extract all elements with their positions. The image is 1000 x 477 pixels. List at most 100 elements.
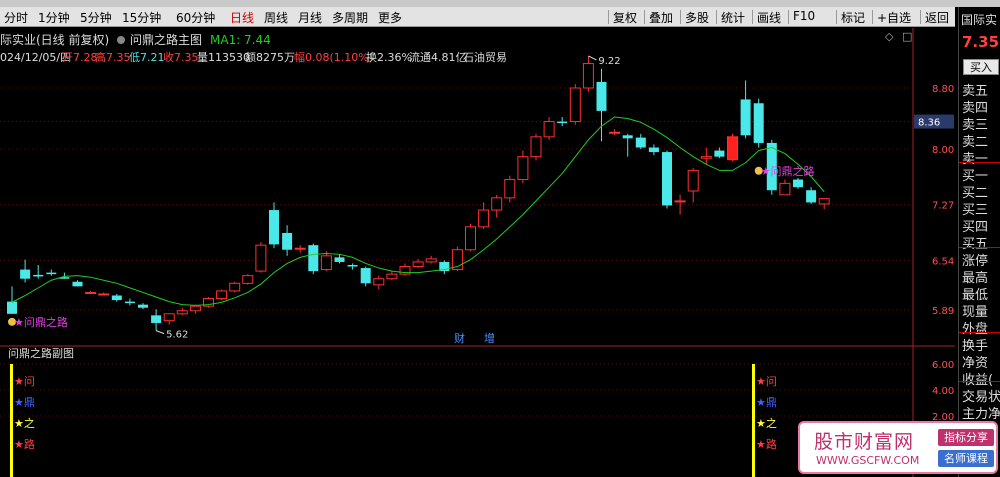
signal-label: ★问鼎之路: [14, 315, 68, 329]
candle: [242, 274, 254, 285]
ma1-line: [11, 116, 825, 306]
candle-body: [465, 226, 476, 251]
period-tab-multi[interactable]: 多周期: [332, 9, 368, 26]
candle-body: [687, 169, 699, 192]
candle: [151, 309, 162, 331]
period-tab-month[interactable]: 月线: [298, 9, 322, 26]
candle-body: [72, 281, 83, 287]
candle-body: [662, 152, 672, 206]
candle: [72, 280, 83, 287]
candle-body: [582, 63, 594, 89]
candle-body: [700, 156, 712, 159]
candle: [740, 80, 751, 139]
candle: [347, 263, 358, 270]
toolbar-btn-tongji[interactable]: 统计: [721, 9, 745, 26]
watermark-site-name: 股市财富网: [814, 431, 915, 453]
bar-change: 幅0.08(1.10%): [294, 51, 373, 64]
period-tab-fenshi[interactable]: 分时: [4, 9, 28, 26]
toolbar-btn-f10[interactable]: F10: [793, 9, 815, 23]
candle-body: [818, 198, 830, 205]
bar-low: 低7.21: [129, 51, 165, 64]
period-tab-5m[interactable]: 5分钟: [80, 9, 112, 26]
indicator-name[interactable]: 问鼎之路主图: [130, 32, 202, 47]
period-tab-60m[interactable]: 60分钟: [176, 9, 215, 26]
bar-close: 收7.35: [163, 50, 199, 64]
candle: [504, 175, 516, 203]
candle-body: [635, 137, 646, 148]
candle-body: [517, 156, 529, 181]
site-watermark: 股市财富网 WWW.GSCFW.COM 指标分享 名师课程: [798, 421, 998, 474]
header-line-1: 际实业(日线 前复权) 问鼎之路主图 MA1: 7.44: [0, 32, 271, 47]
candle-body: [557, 121, 568, 124]
expand-icon[interactable]: □: [902, 30, 912, 43]
candle: [334, 254, 345, 264]
toolbar-separator: [752, 10, 753, 24]
low-marker-line: [155, 330, 165, 335]
candle: [465, 223, 476, 252]
toolbar-btn-fuquan[interactable]: 复权: [613, 9, 637, 26]
candle-body: [216, 290, 228, 300]
candle: [98, 292, 110, 296]
period-tab-15m[interactable]: 15分钟: [122, 9, 161, 26]
candle-body: [151, 315, 162, 323]
toolbar-btn-biaoji[interactable]: 标记: [841, 9, 865, 26]
toolbar-btn-fanhui[interactable]: 返回: [925, 9, 949, 26]
period-tab-1m[interactable]: 1分钟: [38, 9, 70, 26]
candle: [662, 150, 672, 209]
candle-body: [308, 245, 319, 272]
candle: [727, 133, 738, 162]
settings-icon[interactable]: [117, 36, 125, 44]
candle-body: [7, 301, 17, 314]
candle-body: [740, 99, 751, 136]
signal-star: ★问: [756, 375, 777, 388]
buy-button[interactable]: 买入: [963, 59, 999, 75]
candle-body: [714, 150, 725, 157]
period-tab-week[interactable]: 周线: [264, 9, 288, 26]
toolbar-separator: [644, 10, 645, 24]
candle: [648, 144, 659, 156]
candle: [46, 269, 57, 276]
toolbar-separator: [872, 10, 873, 24]
bar-industry: 石油贸易: [463, 50, 507, 64]
signal-star: ★路: [756, 438, 777, 451]
candle: [609, 129, 621, 136]
high-marker-label: 9.22: [598, 56, 620, 67]
toolbar-btn-huaxian[interactable]: 画线: [757, 9, 781, 26]
quote-row-label: 主力净: [962, 407, 1000, 422]
candle-body: [85, 291, 97, 294]
candle: [569, 84, 581, 125]
candle-body: [491, 197, 503, 211]
candle-body: [674, 200, 686, 203]
candle-body: [282, 232, 293, 250]
collapse-icon[interactable]: ◇: [885, 30, 894, 43]
high-marker-line: [588, 55, 597, 61]
candle-body: [530, 136, 542, 158]
candle: [753, 98, 764, 148]
candle: [517, 150, 529, 184]
candle: [360, 266, 371, 287]
candle-body: [138, 304, 148, 308]
toolbar-separator: [836, 10, 837, 24]
candle-body: [176, 310, 188, 315]
watermark-tag-share: 指标分享: [938, 429, 994, 446]
candle-body: [609, 131, 621, 134]
candle-body: [163, 313, 175, 322]
toolbar-btn-diejia[interactable]: 叠加: [649, 9, 673, 26]
toolbar-btn-zixuan[interactable]: +自选: [877, 9, 911, 26]
candle-body: [229, 282, 241, 292]
top-menubar: [0, 0, 1000, 7]
bar-amount: 额8275万: [245, 51, 295, 64]
period-tab-day[interactable]: 日线: [230, 9, 254, 26]
toolbar-btn-duogu[interactable]: 多股: [685, 9, 709, 26]
candle-body: [806, 190, 817, 203]
candle: [85, 290, 97, 294]
signal-star: ★路: [14, 438, 35, 451]
candle-body: [412, 261, 424, 268]
period-tab-more[interactable]: 更多: [378, 9, 402, 26]
header-line-2: 024/12/05/四 开7.28 高7.35 低7.21 收7.35 量113…: [0, 50, 507, 64]
quote-stock-name: 国际实: [961, 13, 998, 27]
quote-divider: [959, 247, 1000, 248]
candle: [373, 275, 385, 290]
candle-body: [360, 268, 371, 284]
sub-axis-label: 4.00: [932, 386, 954, 397]
